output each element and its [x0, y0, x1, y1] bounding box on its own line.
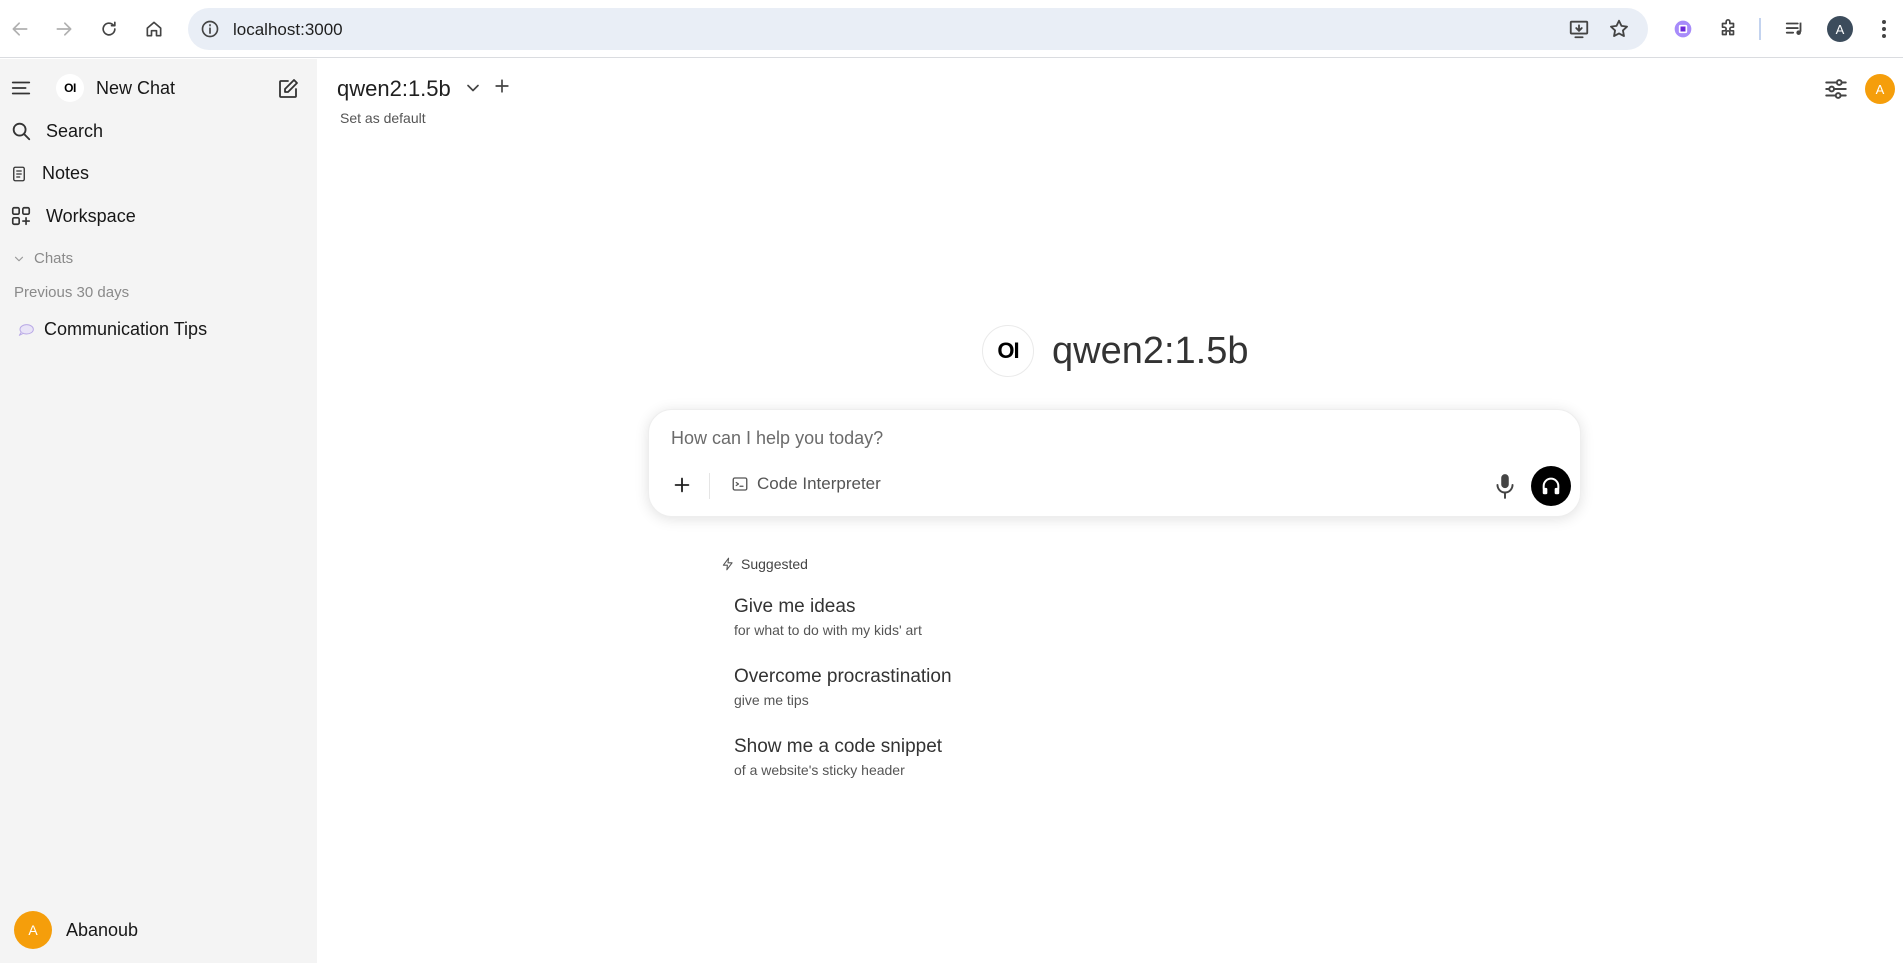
composer-divider: [709, 473, 710, 499]
install-app-icon[interactable]: [1568, 18, 1590, 40]
chat-bubble-icon: [18, 323, 34, 336]
arrow-right-icon: [56, 22, 72, 36]
search-icon: [12, 122, 31, 141]
suggested-label: Suggested: [741, 556, 808, 572]
avatar: A: [14, 911, 52, 949]
chats-section-title: Chats: [34, 250, 74, 267]
notes-icon: [13, 166, 25, 181]
address-bar[interactable]: localhost:3000: [188, 8, 1648, 50]
suggestion-subtitle: give me tips: [734, 692, 809, 708]
home-icon: [146, 21, 162, 37]
media-queue-icon: [1785, 22, 1802, 35]
hero-model-title: qwen2:1.5b: [1052, 329, 1249, 372]
model-selector[interactable]: qwen2:1.5b: [337, 76, 451, 102]
url-text[interactable]: localhost:3000: [233, 20, 343, 40]
site-info-icon[interactable]: [200, 19, 220, 39]
media-controls-button[interactable]: [1781, 15, 1809, 43]
code-interpreter-toggle[interactable]: Code Interpreter: [731, 474, 881, 494]
suggestion-title: Give me ideas: [734, 596, 856, 617]
suggestion-item[interactable]: Overcome procrastination give me tips: [734, 666, 952, 708]
set-default-link[interactable]: Set as default: [340, 110, 426, 126]
sidebar-item-search[interactable]: Search: [10, 120, 103, 142]
extensions-menu-button[interactable]: [1714, 15, 1742, 43]
forward-button[interactable]: [47, 12, 81, 46]
microphone-icon[interactable]: [1492, 472, 1518, 500]
message-composer: Code Interpreter: [648, 409, 1581, 517]
sidebar-item-label: Search: [46, 120, 104, 141]
extension-button[interactable]: [1669, 15, 1697, 43]
chat-item[interactable]: Communication Tips: [18, 319, 207, 340]
user-menu[interactable]: A Abanoub: [14, 911, 138, 949]
user-name: Abanoub: [66, 919, 139, 940]
headphones-icon: [1542, 477, 1560, 495]
add-model-icon[interactable]: [492, 76, 512, 96]
compose-button[interactable]: [276, 77, 300, 101]
model-hero: OI qwen2:1.5b: [982, 325, 1249, 377]
controls-icon[interactable]: [1823, 76, 1849, 102]
browser-menu-button[interactable]: [1870, 15, 1898, 43]
chevron-down-icon: [14, 256, 24, 261]
message-input[interactable]: [671, 424, 1551, 452]
sidebar-item-label: Workspace: [46, 205, 136, 226]
terminal-icon: [732, 477, 748, 491]
browser-profile-avatar[interactable]: A: [1827, 16, 1853, 42]
plus-icon[interactable]: [671, 474, 693, 496]
sidebar: OI New Chat Search Notes Workspace Chats…: [0, 59, 317, 963]
sidebar-item-notes[interactable]: Notes: [10, 163, 89, 184]
model-logo: OI: [982, 325, 1034, 377]
code-interpreter-label: Code Interpreter: [757, 474, 881, 493]
lightning-icon: [722, 557, 733, 571]
period-label: Previous 30 days: [14, 284, 130, 301]
suggestion-subtitle: of a website's sticky header: [734, 762, 905, 778]
extension-app-icon: [1674, 20, 1692, 38]
main-panel: qwen2:1.5b Set as default A OI qwen2:1.5…: [317, 59, 1903, 963]
kebab-menu-icon: [1882, 20, 1886, 38]
avatar[interactable]: A: [1865, 74, 1895, 104]
new-chat-label: New Chat: [96, 77, 176, 98]
reload-button[interactable]: [92, 12, 126, 46]
brand-logo: OI: [56, 74, 84, 102]
sidebar-item-label: Notes: [42, 163, 90, 183]
new-chat-button[interactable]: OI New Chat: [56, 74, 175, 102]
browser-toolbar: localhost:3000 A: [0, 0, 1903, 58]
chats-section-toggle[interactable]: Chats: [12, 250, 73, 267]
workspace-icon: [11, 206, 31, 226]
sidebar-item-workspace[interactable]: Workspace: [10, 205, 136, 227]
puzzle-icon: [1721, 19, 1735, 36]
voice-mode-button[interactable]: [1531, 466, 1571, 506]
suggestion-subtitle: for what to do with my kids' art: [734, 622, 922, 638]
suggested-header: Suggested: [721, 556, 808, 572]
suggestion-item[interactable]: Show me a code snippet of a website's st…: [734, 736, 942, 778]
suggestion-title: Show me a code snippet: [734, 736, 943, 757]
arrow-left-icon: [12, 22, 28, 36]
suggestion-title: Overcome procrastination: [734, 666, 952, 687]
sidebar-toggle-button[interactable]: [10, 77, 32, 99]
reload-icon: [102, 21, 116, 36]
bookmark-star-icon[interactable]: [1608, 18, 1630, 40]
chevron-down-icon[interactable]: [463, 78, 483, 98]
chat-item-label: Communication Tips: [44, 319, 208, 339]
back-button[interactable]: [3, 12, 37, 46]
toolbar-divider: [1759, 18, 1761, 40]
edit-icon: [279, 79, 298, 98]
menu-icon: [11, 81, 31, 95]
home-button[interactable]: [137, 12, 171, 46]
suggestion-item[interactable]: Give me ideas for what to do with my kid…: [734, 596, 922, 638]
